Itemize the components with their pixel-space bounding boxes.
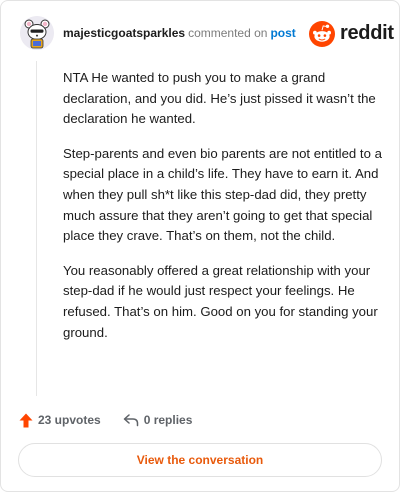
snoo-avatar-icon [20, 16, 54, 50]
upvote-count: 23 upvotes [38, 413, 101, 427]
reddit-snoo-icon [309, 21, 335, 47]
action-text: commented on [188, 26, 268, 40]
comment-meta: majesticgoatsparkles commented on post [63, 25, 296, 41]
view-conversation-button[interactable]: View the conversation [18, 443, 382, 477]
comment-header: majesticgoatsparkles commented on post red… [1, 1, 399, 61]
replies-count: 0 replies [143, 413, 193, 427]
replies-button[interactable]: 0 replies [123, 413, 193, 427]
post-link[interactable]: post [270, 26, 295, 40]
comment-paragraph: NTA He wanted to push you to make a gran… [63, 70, 376, 127]
comment-actions: 23 upvotes 0 replies [19, 410, 192, 430]
upvote-arrow-icon [19, 413, 33, 427]
username-link[interactable]: majesticgoatsparkles [63, 26, 185, 40]
comment-paragraph: Step-parents and even bio parents are no… [63, 145, 382, 244]
user-avatar[interactable] [20, 16, 54, 50]
reply-arrow-icon [123, 414, 138, 427]
comment-card: majesticgoatsparkles commented on post red… [0, 0, 400, 492]
upvote-button[interactable]: 23 upvotes [19, 413, 101, 428]
reddit-logo[interactable]: reddit [308, 20, 394, 48]
comment-paragraph: You reasonably offered a great relations… [63, 262, 378, 340]
reddit-wordmark: reddit [340, 22, 394, 44]
thread-line [36, 61, 37, 396]
comment-body: NTA He wanted to push you to make a gran… [63, 68, 385, 357]
